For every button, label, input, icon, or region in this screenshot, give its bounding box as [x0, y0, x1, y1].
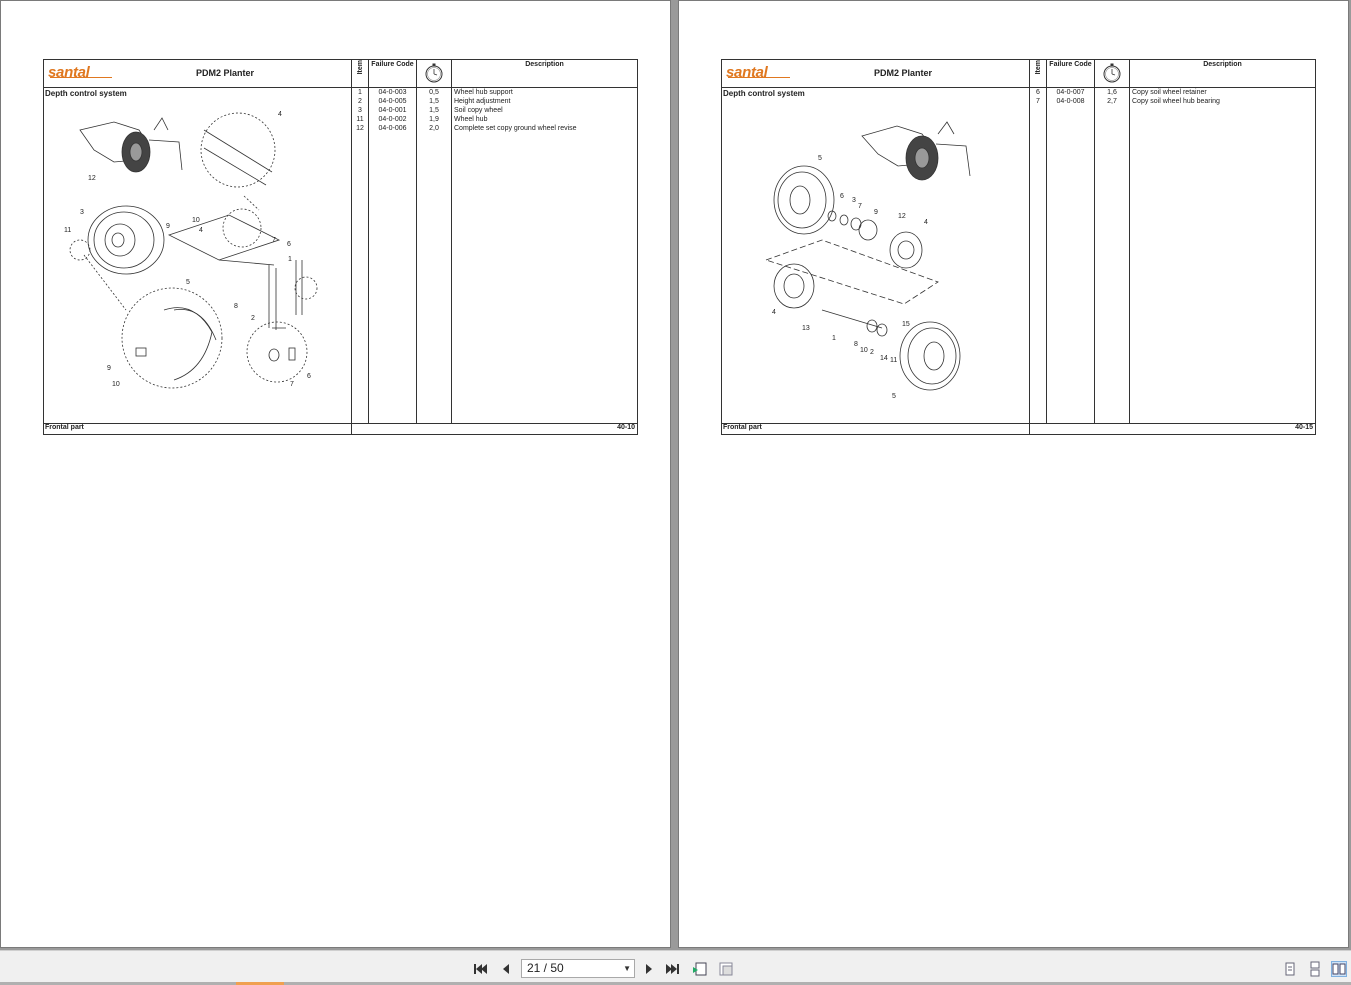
navigation-toolbar: 21 / 50 ▼: [0, 950, 1351, 985]
logo-underline: [50, 77, 112, 78]
header-title-cell: santal PDM2 Planter: [43, 59, 352, 88]
svg-text:11: 11: [890, 357, 897, 364]
time-column: 0,5 1,5 1,5 1,9 2,0: [416, 87, 452, 424]
item-column: 67: [1029, 87, 1047, 424]
svg-text:13: 13: [802, 325, 810, 332]
description-header: Description: [1129, 59, 1316, 88]
svg-text:3: 3: [852, 197, 856, 204]
last-page-icon[interactable]: [665, 961, 681, 977]
svg-text:8: 8: [234, 303, 238, 310]
svg-text:4: 4: [772, 309, 776, 316]
fit-page-icon[interactable]: [692, 961, 708, 977]
section-title: Depth control system: [723, 89, 805, 98]
product-title: PDM2 Planter: [196, 68, 255, 78]
svg-text:2: 2: [870, 349, 874, 356]
svg-text:6: 6: [287, 241, 291, 248]
page-code: 40-15: [1029, 423, 1316, 435]
page-indicator: 21 / 50: [527, 961, 564, 975]
footer-label: Frontal part: [721, 423, 1030, 435]
svg-text:6: 6: [840, 193, 844, 200]
svg-text:9: 9: [166, 223, 170, 230]
svg-text:1: 1: [288, 256, 292, 263]
header-title-cell: santal PDM2 Planter: [721, 59, 1030, 88]
description-column: Wheel hub support Height adjustment Soil c…: [451, 87, 638, 424]
description-column: Copy soil wheel retainer Copy soil wheel …: [1129, 87, 1316, 424]
time-header: [1094, 59, 1130, 88]
chevron-down-icon: ▼: [623, 964, 631, 973]
svg-text:12: 12: [898, 213, 906, 220]
svg-text:7: 7: [272, 237, 276, 244]
svg-text:2: 2: [251, 315, 255, 322]
svg-text:10: 10: [112, 381, 120, 388]
svg-text:9: 9: [107, 365, 111, 372]
svg-text:8: 8: [854, 341, 858, 348]
svg-text:11: 11: [64, 227, 71, 234]
footer-label: Frontal part: [43, 423, 352, 435]
next-page-icon[interactable]: [641, 961, 657, 977]
single-page-icon[interactable]: [1282, 961, 1298, 977]
page-right: santal PDM2 Planter Item Failure Code De…: [678, 0, 1349, 948]
page-left: santal PDM2 Planter Item Failure Code De…: [0, 0, 671, 948]
logo-underline: [728, 77, 790, 78]
exploded-parts-diagram: 4 12 3 10 9 4 11 7 6 1 5 8 2 9 10 7 6: [64, 111, 318, 389]
exploded-parts-diagram: 5 6 3 7 9 12 4 4 13 1 810 2 14 11 15 5: [764, 121, 971, 400]
section-title: Depth control system: [45, 89, 127, 98]
fit-width-icon[interactable]: [718, 961, 734, 977]
svg-text:4: 4: [924, 219, 928, 226]
failure-code-column: 04-0-003 04-0-005 04-0-001 04-0-002 04-0-006: [368, 87, 417, 424]
failure-code-header: Failure Code: [1046, 59, 1095, 88]
svg-text:6: 6: [307, 373, 311, 380]
svg-text:12: 12: [88, 175, 96, 182]
svg-text:10: 10: [192, 217, 200, 224]
svg-text:7: 7: [290, 381, 294, 388]
continuous-page-icon[interactable]: [1307, 961, 1323, 977]
prev-page-icon[interactable]: [498, 961, 514, 977]
exploded-drawing-cell: Depth control system: [721, 87, 1030, 424]
failure-code-header: Failure Code: [368, 59, 417, 88]
brand-logo: santal: [48, 64, 90, 81]
stopwatch-icon: [425, 63, 443, 83]
svg-text:5: 5: [186, 279, 190, 286]
svg-text:5: 5: [892, 393, 896, 400]
product-title: PDM2 Planter: [874, 68, 933, 78]
svg-text:4: 4: [199, 227, 203, 234]
svg-text:10: 10: [860, 347, 868, 354]
svg-text:15: 15: [902, 321, 910, 328]
svg-text:4: 4: [278, 111, 282, 118]
exploded-drawing-cell: Depth control system: [43, 87, 352, 424]
failure-code-column: 04-0-007 04-0-008: [1046, 87, 1095, 424]
document-viewer[interactable]: santal PDM2 Planter Item Failure Code De…: [0, 0, 1351, 950]
item-header: Item: [351, 59, 369, 88]
page-number-select[interactable]: 21 / 50 ▼: [521, 959, 635, 978]
svg-text:1: 1: [832, 335, 836, 342]
svg-text:7: 7: [858, 203, 862, 210]
time-header: [416, 59, 452, 88]
svg-text:9: 9: [874, 209, 878, 216]
brand-logo: santal: [726, 64, 768, 81]
time-column: 1,6 2,7: [1094, 87, 1130, 424]
parts-sheet: santal PDM2 Planter Item Failure Code De…: [43, 59, 638, 435]
first-page-icon[interactable]: [472, 961, 488, 977]
item-column: 1 2 3 11 12: [351, 87, 369, 424]
two-page-icon[interactable]: [1331, 961, 1347, 977]
page-code: 40-10: [351, 423, 638, 435]
item-header: Item: [1029, 59, 1047, 88]
description-header: Description: [451, 59, 638, 88]
parts-sheet: santal PDM2 Planter Item Failure Code De…: [721, 59, 1316, 435]
svg-text:5: 5: [818, 155, 822, 162]
stopwatch-icon: [1103, 63, 1121, 83]
svg-text:3: 3: [80, 209, 84, 216]
svg-text:14: 14: [880, 355, 888, 362]
